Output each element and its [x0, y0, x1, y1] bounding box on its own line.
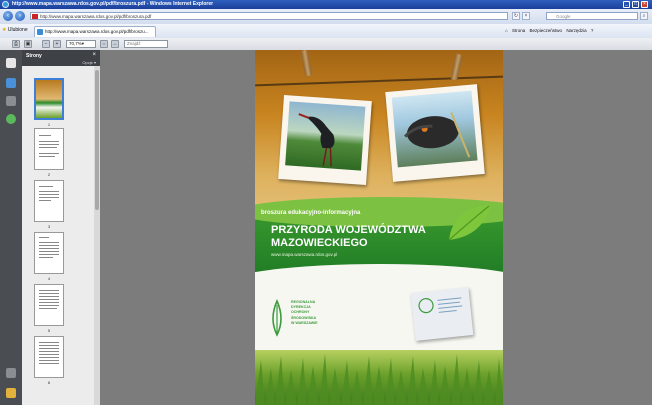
- pinned-note: [410, 287, 474, 341]
- attachments-icon[interactable]: [6, 96, 16, 106]
- browser-tab[interactable]: http://www.mapa.warszawa.rdos.gov.pl/pdf…: [34, 26, 156, 37]
- back-button[interactable]: ‹: [3, 11, 13, 21]
- minimize-icon[interactable]: _: [623, 1, 630, 8]
- newt-photo: [385, 84, 485, 182]
- thumbnail-number: 4: [47, 276, 51, 281]
- search-input[interactable]: Google: [546, 12, 638, 20]
- forward-button[interactable]: ›: [15, 11, 25, 21]
- thumbnail-image: [34, 180, 64, 222]
- fit-width-icon[interactable]: ↔: [111, 40, 119, 48]
- thumbnail-number: 5: [47, 328, 51, 333]
- tab-bar: ★ Ulubione http://www.mapa.warszawa.rdos…: [0, 24, 652, 39]
- zoom-select[interactable]: 70,7%▾: [66, 40, 96, 48]
- star-icon: ★: [2, 27, 7, 33]
- thumbnail-number: 2: [47, 172, 51, 177]
- thumbnail-image: [34, 284, 64, 326]
- panel-scroll-thumb[interactable]: [95, 70, 99, 210]
- stork-photo: [278, 95, 372, 185]
- brochure-subtitle: broszura edukacyjno-informacyjna: [261, 210, 361, 216]
- address-toolbar: ‹ › http://www.mapa.warszawa.rdos.gov.pl…: [0, 9, 652, 25]
- brochure-title-line2: MAZOWIECKIEGO: [271, 237, 368, 249]
- leaf-decoration: [448, 204, 491, 241]
- favorites-label: Ulubione: [7, 27, 28, 33]
- help-icon[interactable]: ?: [591, 28, 594, 33]
- pages-panel-header: Strony × Opcje ▾: [22, 50, 100, 66]
- thumbnail-number: 1: [47, 122, 51, 127]
- tab-title: http://www.mapa.warszawa.rdos.gov.pl/pdf…: [45, 29, 149, 34]
- stork-illustration: [298, 113, 335, 167]
- ie-logo-icon: [2, 1, 9, 8]
- thumbnail-number: 6: [47, 380, 51, 385]
- brochure-title-line1: PRZYRODA WOJEWÓDZTWA: [271, 224, 426, 236]
- clothespin-left: [300, 50, 313, 77]
- bookmarks-icon[interactable]: [6, 78, 16, 88]
- thumbnail-list: 1 2 3 4 5 6: [22, 66, 94, 405]
- find-input[interactable]: Znajdź: [124, 40, 168, 48]
- window-title: http://www.mapa.warszawa.rdos.gov.pl/pdf…: [12, 1, 214, 7]
- save-icon[interactable]: ▣: [24, 40, 32, 48]
- zoom-value: 70,7%: [69, 41, 82, 46]
- command-bar: ⌂ Strona Bezpieczeństwo Narzędzia ?: [502, 26, 593, 35]
- thumbnail-image: [34, 232, 64, 274]
- search-placeholder: Google: [556, 14, 571, 19]
- address-url: http://www.mapa.warszawa.rdos.gov.pl/pdf…: [40, 14, 152, 19]
- search-icon[interactable]: ⌕: [640, 12, 648, 20]
- home-icon[interactable]: ⌂: [505, 28, 508, 33]
- thumbnail-image: [34, 336, 64, 378]
- pdf-page: broszura edukacyjno-informacyjna PRZYROD…: [255, 50, 503, 405]
- find-placeholder: Znajdź: [127, 41, 141, 46]
- rdos-logo-text: REGIONALNA DYREKCJA OCHRONY ŚRODOWISKA W…: [291, 300, 318, 326]
- grass-illustration: [255, 354, 503, 405]
- navigation-rail: [0, 50, 22, 405]
- pages-panel-title: Strony: [26, 53, 42, 59]
- logo-text-line: W WARSZAWIE: [291, 320, 318, 325]
- zoom-in-icon[interactable]: +: [53, 40, 61, 48]
- favorites-button[interactable]: ★ Ulubione: [2, 26, 28, 35]
- thumbnail-image: [34, 128, 64, 170]
- close-icon[interactable]: ×: [641, 1, 648, 8]
- comments-icon[interactable]: [6, 388, 16, 398]
- options-menu[interactable]: Opcje ▾: [82, 60, 96, 65]
- newt-illustration: [404, 112, 471, 158]
- grass-footer: [255, 350, 503, 405]
- options-label: Opcje: [82, 60, 93, 65]
- paperclip-icon[interactable]: [6, 368, 16, 378]
- pdf-page-icon: [32, 14, 38, 19]
- rdos-logo-icon: [272, 299, 282, 337]
- thumbnail-image: [34, 78, 64, 120]
- command-safety[interactable]: Bezpieczeństwo: [530, 28, 563, 33]
- print-icon[interactable]: ⎙: [12, 40, 20, 48]
- note-logo: [418, 297, 463, 314]
- brochure-url: www.mapa.warszawa.rdos.gov.pl: [271, 252, 338, 257]
- close-panel-icon[interactable]: ×: [92, 52, 96, 58]
- fit-page-icon[interactable]: ⇔: [100, 40, 108, 48]
- zoom-out-icon[interactable]: −: [42, 40, 50, 48]
- stop-button[interactable]: ×: [522, 12, 530, 20]
- command-tools[interactable]: Narzędzia: [566, 28, 586, 33]
- command-page[interactable]: Strona: [512, 28, 525, 33]
- tab-favicon-icon: [37, 29, 43, 35]
- pages-panel: Strony × Opcje ▾ 1 2 3 4 5 6: [22, 50, 100, 405]
- pages-icon[interactable]: [6, 58, 16, 68]
- refresh-button[interactable]: ↻: [512, 12, 520, 20]
- thumbnail-number: 3: [47, 224, 51, 229]
- maximize-icon[interactable]: □: [632, 1, 639, 8]
- signatures-icon[interactable]: [6, 114, 16, 124]
- window-titlebar: http://www.mapa.warszawa.rdos.gov.pl/pdf…: [0, 0, 652, 9]
- address-input[interactable]: http://www.mapa.warszawa.rdos.gov.pl/pdf…: [30, 12, 508, 20]
